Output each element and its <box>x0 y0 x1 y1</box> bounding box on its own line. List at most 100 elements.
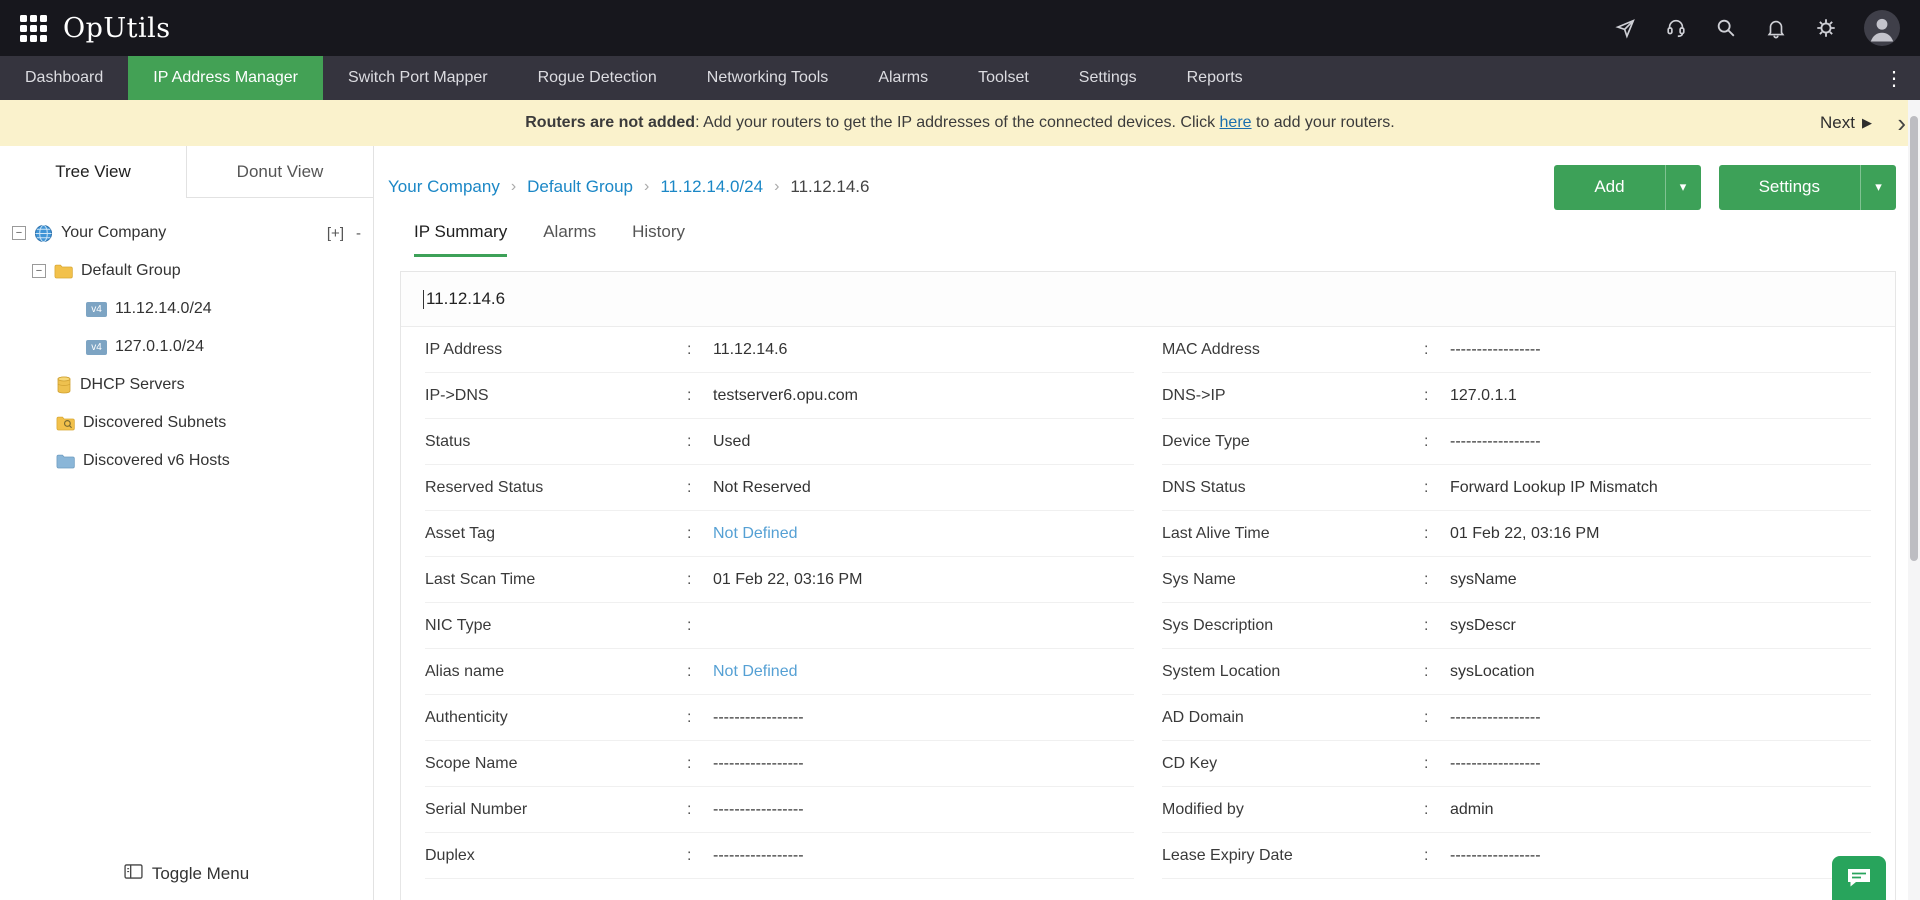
row-alias-name: Alias name : Not Defined <box>425 649 1134 695</box>
nav-item-rogue-detection[interactable]: Rogue Detection <box>513 56 682 100</box>
tab-donut-view[interactable]: Donut View <box>186 146 373 198</box>
detail-colon: : <box>687 570 692 588</box>
detail-value: sysDescr <box>1450 616 1516 634</box>
breadcrumb-your-company[interactable]: Your Company <box>388 177 500 197</box>
row-cd-key: CD Key : ----------------- <box>1162 741 1871 787</box>
detail-value: ----------------- <box>1450 754 1541 772</box>
detail-label: System Location <box>1162 662 1281 680</box>
banner-here-link[interactable]: here <box>1220 114 1252 131</box>
detail-grid: IP Address : 11.12.14.6 IP->DNS : testse… <box>401 327 1895 900</box>
banner-bold-text: Routers are not added <box>525 114 696 131</box>
ipv4-badge-icon: v4 <box>86 301 107 317</box>
toggle-menu-button[interactable]: Toggle Menu <box>0 864 373 884</box>
content-area: Tree View Donut View − Your Company [+] … <box>0 146 1920 900</box>
user-avatar[interactable] <box>1864 10 1900 46</box>
detail-value: Used <box>713 432 751 450</box>
tree-item-your-company[interactable]: − Your Company [+] - <box>0 214 373 252</box>
detail-value: ----------------- <box>1450 708 1541 726</box>
asset-tag-link[interactable]: Not Defined <box>713 525 798 543</box>
row-authenticity: Authenticity : ----------------- <box>425 695 1134 741</box>
breadcrumb-default-group[interactable]: Default Group <box>527 177 633 197</box>
tree-add-control[interactable]: [+] <box>327 225 344 242</box>
detail-label: Device Type <box>1162 432 1250 450</box>
detail-colon: : <box>1424 386 1429 404</box>
detail-value: Forward Lookup IP Mismatch <box>1450 478 1658 496</box>
nav-item-ip-address-manager[interactable]: IP Address Manager <box>128 56 323 100</box>
breadcrumb-subnet[interactable]: 11.12.14.0/24 <box>660 177 763 197</box>
add-button[interactable]: Add <box>1554 165 1664 210</box>
tree-item-subnet-127-0-1-0[interactable]: v4 127.0.1.0/24 <box>0 328 373 366</box>
ip-summary-card: 11.12.14.6 IP Address : 11.12.14.6 IP->D… <box>400 271 1896 900</box>
detail-colon: : <box>1424 340 1429 358</box>
chevron-right-icon: › <box>510 178 517 195</box>
detail-label: DNS->IP <box>1162 386 1226 404</box>
banner-next-label: Next <box>1820 113 1855 132</box>
detail-colon: : <box>687 524 692 542</box>
nav-item-dashboard[interactable]: Dashboard <box>0 56 128 100</box>
detail-colon: : <box>687 662 692 680</box>
detail-label: Status <box>425 432 471 450</box>
row-sys-description: Sys Description : sysDescr <box>1162 603 1871 649</box>
main-panel: Your Company › Default Group › 11.12.14.… <box>374 146 1920 900</box>
settings-dropdown-caret[interactable]: ▾ <box>1860 164 1896 210</box>
tree-item-dhcp-servers[interactable]: DHCP Servers <box>0 366 373 404</box>
nav-item-reports[interactable]: Reports <box>1162 56 1268 100</box>
settings-gear-icon[interactable] <box>1814 16 1838 40</box>
banner-chevron-right-icon[interactable]: › <box>1897 110 1906 136</box>
detail-value: 127.0.1.1 <box>1450 386 1517 404</box>
tab-alarms[interactable]: Alarms <box>543 222 596 257</box>
detail-colon: : <box>687 616 692 634</box>
nav-item-settings[interactable]: Settings <box>1054 56 1162 100</box>
nav-overflow-menu-icon[interactable]: ⋮ <box>1868 56 1920 100</box>
nav-item-toolset[interactable]: Toolset <box>953 56 1054 100</box>
sidebar-view-tabs: Tree View Donut View <box>0 146 373 198</box>
breadcrumb-current-ip: 11.12.14.6 <box>790 177 870 196</box>
detail-column-left: IP Address : 11.12.14.6 IP->DNS : testse… <box>411 327 1148 900</box>
nav-item-alarms[interactable]: Alarms <box>853 56 953 100</box>
notifications-icon[interactable] <box>1764 16 1788 40</box>
dhcp-server-icon <box>56 376 72 394</box>
alias-name-link[interactable]: Not Defined <box>713 663 798 681</box>
nav-item-switch-port-mapper[interactable]: Switch Port Mapper <box>323 56 513 100</box>
feedback-chat-button[interactable] <box>1832 856 1886 900</box>
detail-colon: : <box>1424 754 1429 772</box>
tree-item-discovered-subnets[interactable]: Discovered Subnets <box>0 404 373 442</box>
banner-next-button[interactable]: Next ▶ <box>1820 113 1872 133</box>
detail-colon: : <box>1424 432 1429 450</box>
tab-ip-summary[interactable]: IP Summary <box>414 222 508 257</box>
tree-item-subnet-11-12-14-0[interactable]: v4 11.12.14.0/24 <box>0 290 373 328</box>
tab-history[interactable]: History <box>632 222 685 257</box>
support-icon[interactable] <box>1664 16 1688 40</box>
detail-value: admin <box>1450 800 1494 818</box>
detail-colon: : <box>687 846 692 864</box>
collapse-box-icon[interactable]: − <box>12 226 26 240</box>
add-dropdown-caret[interactable]: ▾ <box>1664 164 1701 210</box>
collapse-box-icon[interactable]: − <box>32 264 46 278</box>
tree-item-label: Discovered Subnets <box>83 414 227 431</box>
detail-label: Authenticity <box>425 708 508 726</box>
scrollbar-thumb[interactable] <box>1910 116 1918 561</box>
detail-value: ----------------- <box>713 846 804 864</box>
ip-title[interactable]: 11.12.14.6 <box>426 289 505 309</box>
tree-collapse-control[interactable]: - <box>356 225 361 242</box>
send-icon[interactable] <box>1614 16 1638 40</box>
row-sys-name: Sys Name : sysName <box>1162 557 1871 603</box>
toggle-menu-icon <box>124 864 143 884</box>
detail-colon: : <box>1424 846 1429 864</box>
search-icon[interactable] <box>1714 16 1738 40</box>
tree-item-default-group[interactable]: − Default Group <box>0 252 373 290</box>
settings-button[interactable]: Settings <box>1719 165 1860 210</box>
row-system-location: System Location : sysLocation <box>1162 649 1871 695</box>
nav-item-networking-tools[interactable]: Networking Tools <box>682 56 854 100</box>
row-dns-status: DNS Status : Forward Lookup IP Mismatch <box>1162 465 1871 511</box>
tab-tree-view[interactable]: Tree View <box>0 146 186 198</box>
detail-colon: : <box>1424 570 1429 588</box>
detail-value: ----------------- <box>713 708 804 726</box>
detail-label: MAC Address <box>1162 340 1260 358</box>
main-nav: Dashboard IP Address Manager Switch Port… <box>0 56 1920 100</box>
row-ip-address: IP Address : 11.12.14.6 <box>425 327 1134 373</box>
folder-icon <box>54 263 73 279</box>
app-launcher-icon[interactable] <box>20 14 47 42</box>
toggle-menu-label: Toggle Menu <box>151 864 250 883</box>
tree-item-discovered-v6-hosts[interactable]: Discovered v6 Hosts <box>0 442 373 480</box>
